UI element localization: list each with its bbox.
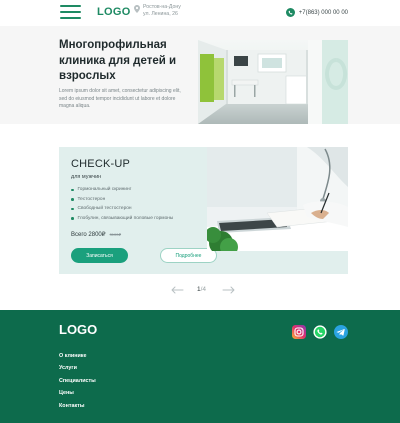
- phone-contact[interactable]: +7(863) 000 00 00: [285, 8, 348, 17]
- address: Ростов-на-Дону ул. Ленина, 26: [134, 4, 181, 18]
- arrow-right-icon[interactable]: [222, 285, 236, 295]
- address-street: ул. Ленина, 26: [143, 11, 178, 17]
- total-pages: /4: [200, 286, 207, 293]
- price-block: Всего 2800₽ 3100₽: [71, 231, 121, 238]
- menu-icon[interactable]: [60, 5, 81, 20]
- hero-description: Lorem ipsum dolor sit amet, consectetur …: [59, 88, 181, 109]
- clinic-interior-image: [198, 40, 348, 124]
- signup-button[interactable]: Записаться: [71, 248, 128, 263]
- price: Всего 2800₽: [71, 232, 106, 238]
- phone-number: +7(863) 000 00 00: [298, 9, 348, 16]
- bullet-icon: [71, 198, 74, 201]
- checkup-title: CHECK-UP: [71, 158, 131, 170]
- arrow-left-icon[interactable]: [170, 285, 184, 295]
- hero-section: Многопрофильная клиника для детей и взро…: [0, 26, 400, 124]
- carousel-pager: 1/4: [170, 285, 236, 295]
- checkup-list: Гормональный скрининг Тестостерон Свобод…: [71, 185, 173, 223]
- footer-nav: О клинике Услуги Специалисты Цены Контак…: [59, 350, 96, 412]
- header-logo[interactable]: LOGO: [97, 6, 131, 18]
- page-indicator: 1/4: [197, 286, 206, 293]
- list-item: Гормональный скрининг: [71, 185, 173, 195]
- address-city: Ростов-на-Дону: [143, 4, 181, 10]
- doctor-writing-image: [207, 147, 348, 251]
- whatsapp-icon[interactable]: [313, 325, 327, 339]
- footer-nav-prices[interactable]: Цены: [59, 387, 96, 399]
- footer-nav-specialists[interactable]: Специалисты: [59, 375, 96, 387]
- location-pin-icon: [134, 5, 140, 13]
- footer-logo[interactable]: LOGO: [59, 322, 97, 337]
- whatsapp-icon: [285, 8, 295, 17]
- footer-nav-services[interactable]: Услуги: [59, 362, 96, 374]
- telegram-icon[interactable]: [334, 325, 348, 339]
- bullet-icon: [71, 188, 74, 192]
- list-item: Тестостерон: [71, 195, 173, 205]
- list-item: Глобулин, связывающий половые гормоны: [71, 214, 173, 224]
- site-footer: LOGO О клинике Услуги Специалисты Цены К…: [0, 310, 400, 423]
- list-item: Свободный тестостерон: [71, 204, 173, 214]
- hero-title: Многопрофильная клиника для детей и взро…: [59, 39, 177, 82]
- footer-nav-about[interactable]: О клинике: [59, 350, 96, 362]
- site-header: LOGO Ростов-на-Дону ул. Ленина, 26 +7(86…: [0, 0, 400, 26]
- bullet-icon: [71, 207, 74, 211]
- instagram-icon[interactable]: [292, 325, 306, 339]
- old-price: 3100₽: [109, 232, 122, 237]
- social-links: [292, 325, 348, 339]
- bullet-icon: [71, 217, 74, 220]
- checkup-subtitle: для мужчин: [71, 174, 102, 180]
- footer-nav-contacts[interactable]: Контакты: [59, 400, 96, 412]
- checkup-card: CHECK-UP для мужчин Гормональный скринин…: [59, 147, 348, 274]
